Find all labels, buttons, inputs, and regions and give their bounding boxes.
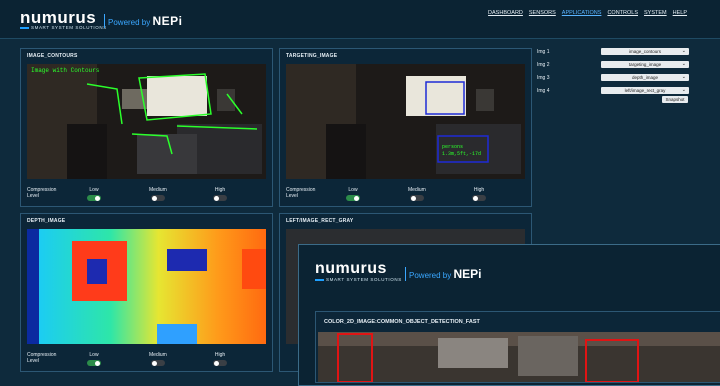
main-nav: DASHBOARD SENSORS APPLICATIONS CONTROLS …: [488, 10, 687, 16]
depth-image-view: [27, 229, 266, 344]
image-contours-view: Image with Contours: [27, 64, 266, 179]
chevron-down-icon: ⌄: [681, 87, 686, 93]
img3-selector: Img 3 depth_image ⌄: [537, 74, 689, 82]
high-toggle[interactable]: [213, 195, 227, 201]
target-label: persons: [442, 144, 463, 150]
panel-depth-image: DEPTH_IMAGE Compression Level Low Medium…: [20, 213, 273, 372]
logo-subtitle: SMART SYSTEM SOLUTIONS: [315, 277, 402, 282]
nav-controls[interactable]: CONTROLS: [607, 10, 638, 16]
compression-control: Compression Level Low Medium High: [27, 182, 266, 202]
compression-control: Compression Level Low Medium High: [27, 347, 266, 367]
detection-image-view: [318, 332, 720, 382]
option-label: Low: [89, 187, 99, 193]
panel-title: COLOR_2D_IMAGE:COMMON_OBJECT_DETECTION_F…: [324, 319, 480, 325]
numurus-logo: numurus: [315, 260, 387, 277]
option-medium: Medium: [149, 352, 167, 366]
powered-by: Powered by NEPi: [405, 267, 482, 281]
panel-title: LEFT/IMAGE_RECT_GRAY: [286, 218, 354, 224]
selected-value: targeting_image: [628, 62, 662, 67]
option-label: Low: [348, 187, 358, 193]
panel-title: DEPTH_IMAGE: [27, 218, 66, 224]
option-low: Low: [346, 187, 360, 201]
nav-applications[interactable]: APPLICATIONS: [562, 10, 602, 16]
level-text: Level: [286, 193, 298, 199]
option-low: Low: [87, 352, 101, 366]
selected-value: left/image_rect_gray: [624, 88, 666, 93]
contour-overlay-text: Image with Contours: [31, 67, 100, 74]
compression-label: Compression Level: [27, 187, 56, 199]
option-label: High: [214, 187, 226, 193]
img2-select[interactable]: targeting_image ⌄: [601, 61, 689, 68]
img4-select[interactable]: left/image_rect_gray ⌄: [601, 87, 689, 94]
img4-selector: Img 4 left/image_rect_gray ⌄: [537, 87, 689, 95]
medium-toggle[interactable]: [150, 195, 165, 201]
chevron-down-icon: ⌄: [681, 48, 686, 54]
option-high: High: [213, 352, 227, 366]
img1-selector: Img 1 image_contours ⌄: [537, 48, 689, 56]
powered-by-text: Powered by: [409, 271, 452, 280]
target-range: 1.3m,5ft,-17d: [442, 151, 481, 157]
img3-select[interactable]: depth_image ⌄: [601, 74, 689, 81]
img2-selector: Img 2 targeting_image ⌄: [537, 61, 689, 69]
level-text: Level: [27, 358, 39, 364]
logo-subtitle-text: SMART SYSTEM SOLUTIONS: [326, 277, 402, 282]
selector-label: Img 3: [537, 75, 550, 81]
option-medium: Medium: [408, 187, 426, 201]
logo-subtitle-text: SMART SYSTEM SOLUTIONS: [31, 25, 107, 30]
high-toggle[interactable]: [213, 360, 227, 366]
selector-label: Img 1: [537, 49, 550, 55]
selector-label: Img 4: [537, 88, 550, 94]
compression-label: Compression Level: [286, 187, 315, 199]
option-label: Medium: [149, 187, 167, 193]
medium-toggle[interactable]: [409, 195, 424, 201]
compression-control: Compression Level Low Medium High: [286, 182, 525, 202]
option-label: Medium: [149, 352, 167, 358]
powered-by: Powered by NEPi: [104, 14, 183, 28]
option-label: High: [473, 187, 485, 193]
targeting-image-view: persons 1.3m,5ft,-17d: [286, 64, 525, 179]
nav-help[interactable]: HELP: [673, 10, 687, 16]
logo-subtitle: SMART SYSTEM SOLUTIONS: [20, 25, 107, 30]
img1-select[interactable]: image_contours ⌄: [601, 48, 689, 55]
panel-targeting-image: TARGETING_IMAGE persons 1.3m,5ft,-17d Co…: [279, 48, 532, 207]
option-label: Medium: [408, 187, 426, 193]
selected-value: image_contours: [628, 49, 662, 54]
top-bar: numurus SMART SYSTEM SOLUTIONS Powered b…: [0, 0, 720, 39]
panel-title: IMAGE_CONTOURS: [27, 53, 78, 59]
nav-dashboard[interactable]: DASHBOARD: [488, 10, 523, 16]
selected-value: depth_image: [631, 75, 659, 80]
nepi-brand: NEPi: [152, 14, 183, 28]
option-label: Low: [89, 352, 99, 358]
detection-panel: COLOR_2D_IMAGE:COMMON_OBJECT_DETECTION_F…: [315, 311, 720, 383]
panel-title: TARGETING_IMAGE: [286, 53, 338, 59]
low-toggle[interactable]: [346, 195, 360, 201]
low-toggle[interactable]: [87, 195, 101, 201]
low-toggle[interactable]: [87, 360, 101, 366]
option-label: High: [214, 352, 226, 358]
option-medium: Medium: [149, 187, 167, 201]
chevron-down-icon: ⌄: [681, 74, 686, 80]
nepi-brand: NEPi: [453, 267, 482, 281]
level-text: Level: [27, 193, 39, 199]
option-low: Low: [87, 187, 101, 201]
compression-label: Compression Level: [27, 352, 56, 364]
snapshot-button[interactable]: Snapshot: [662, 96, 688, 103]
medium-toggle[interactable]: [150, 360, 165, 366]
overlay-window: numurus SMART SYSTEM SOLUTIONS Powered b…: [298, 244, 720, 386]
chevron-down-icon: ⌄: [681, 61, 686, 67]
option-high: High: [472, 187, 486, 201]
high-toggle[interactable]: [472, 195, 486, 201]
nav-sensors[interactable]: SENSORS: [529, 10, 556, 16]
nav-system[interactable]: SYSTEM: [644, 10, 667, 16]
option-high: High: [213, 187, 227, 201]
selector-label: Img 2: [537, 62, 550, 68]
panel-image-contours: IMAGE_CONTOURS Image with Contours Compr…: [20, 48, 273, 207]
powered-by-text: Powered by: [108, 18, 151, 27]
